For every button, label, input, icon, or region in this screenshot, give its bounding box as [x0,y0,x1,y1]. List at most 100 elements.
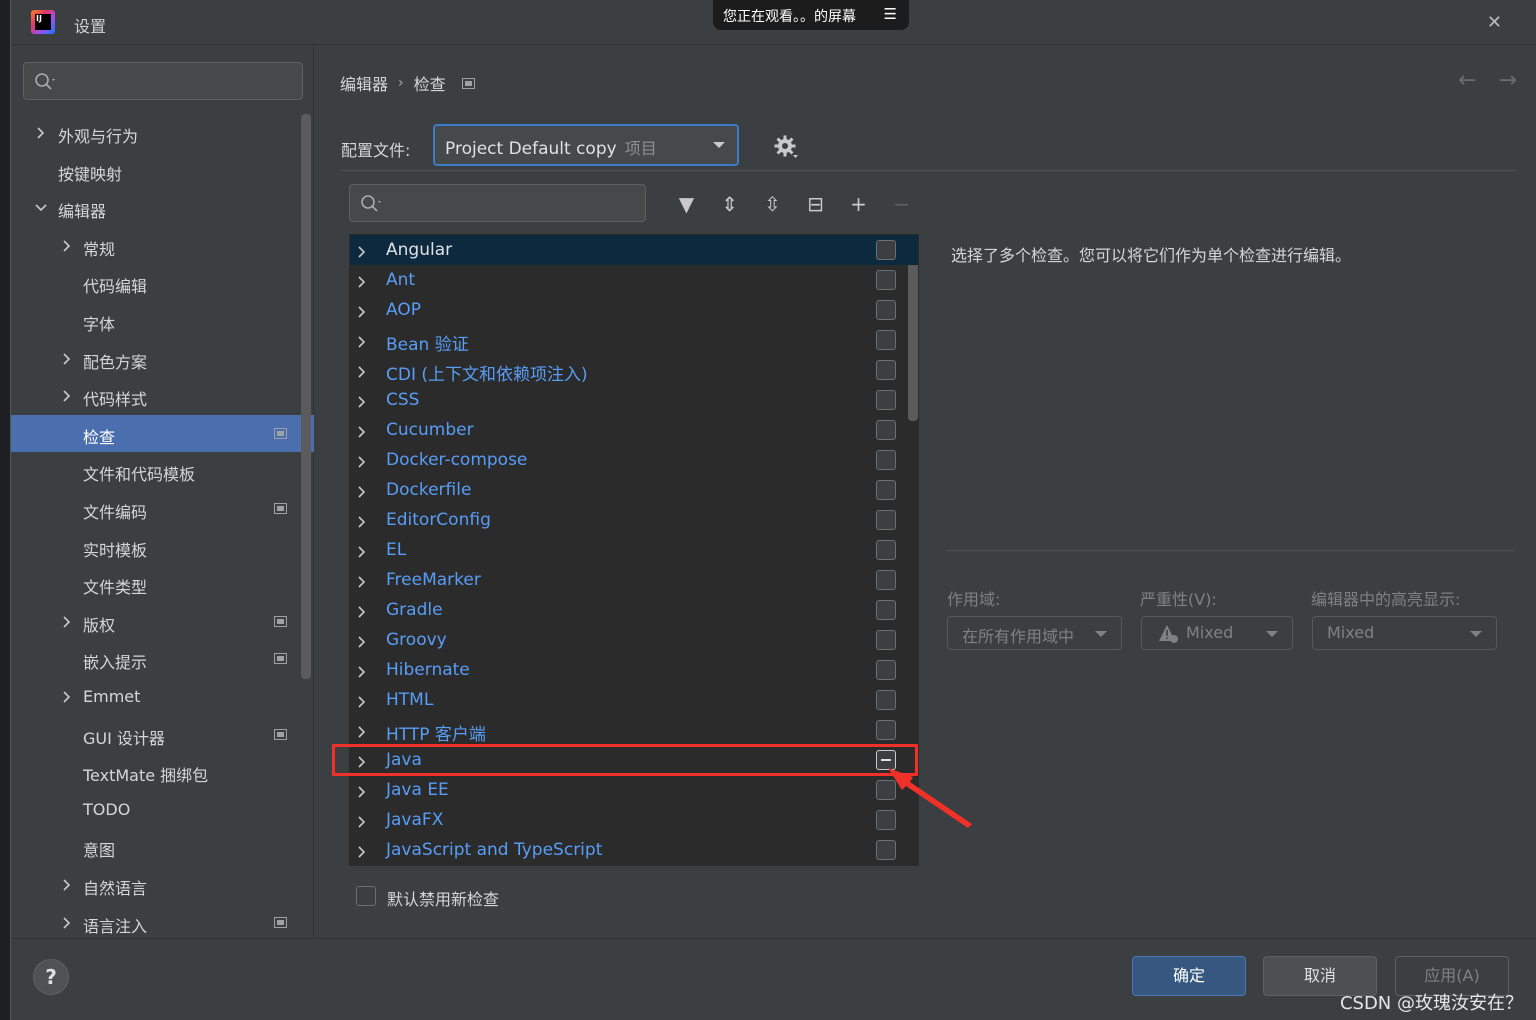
sidebar-item[interactable]: 文件编码 [11,490,314,527]
chevron-right-icon[interactable] [61,688,73,703]
chevron-right-icon[interactable] [356,423,368,438]
inspection-checkbox[interactable] [876,450,896,470]
chevron-right-icon[interactable] [356,813,368,828]
sidebar-item[interactable]: 代码样式 [11,377,314,414]
inspection-checkbox[interactable] [876,630,896,650]
sidebar-item[interactable]: 语言注入 [11,904,314,941]
forward-arrow-icon[interactable]: → [1499,68,1517,93]
chevron-right-icon[interactable] [61,237,73,252]
inspection-row[interactable]: Cucumber [350,415,918,445]
inspection-checkbox[interactable] [876,840,896,860]
inspection-row[interactable]: Ant [350,265,918,295]
chevron-right-icon[interactable] [356,363,368,378]
inspection-row[interactable]: JavaFX [350,805,918,835]
help-button[interactable]: ? [33,959,69,995]
sidebar-search-input[interactable] [23,62,303,100]
chevron-right-icon[interactable] [356,723,368,738]
filter-icon[interactable]: ▼ [665,190,708,218]
inspection-row[interactable]: EditorConfig [350,505,918,535]
inspection-checkbox[interactable] [876,540,896,560]
chevron-right-icon[interactable] [356,633,368,648]
inspection-checkbox[interactable] [876,270,896,290]
menu-icon[interactable]: ☰ [884,5,897,23]
inspection-row[interactable]: AOP [350,295,918,325]
chevron-right-icon[interactable] [356,483,368,498]
inspection-row[interactable]: CDI (上下文和依赖项注入) [350,355,918,385]
chevron-right-icon[interactable] [356,543,368,558]
sidebar-item[interactable]: GUI 设计器 [11,716,314,753]
sidebar-item[interactable]: 检查 [11,414,314,452]
expand-all-icon[interactable]: ⇕ [708,190,751,218]
chevron-right-icon[interactable] [61,350,73,365]
chevron-right-icon[interactable] [356,843,368,858]
chevron-right-icon[interactable] [61,613,73,628]
inspection-checkbox[interactable] [876,360,896,380]
chevron-right-icon[interactable] [356,243,368,258]
default-disable-checkbox[interactable] [356,886,376,906]
close-icon[interactable]: ✕ [1487,12,1502,33]
inspection-checkbox[interactable] [876,570,896,590]
sidebar-item[interactable]: 外观与行为 [11,114,314,151]
sidebar-item[interactable]: 配色方案 [11,340,314,377]
chevron-right-icon[interactable] [356,333,368,348]
profile-dropdown[interactable]: Project Default copy 项目 [433,124,739,166]
inspection-search-input[interactable] [349,184,646,222]
inspection-checkbox[interactable] [876,300,896,320]
chevron-right-icon[interactable] [356,603,368,618]
chevron-right-icon[interactable] [356,513,368,528]
inspection-row[interactable]: FreeMarker [350,565,918,595]
collapse-all-icon[interactable]: ⇳ [751,190,794,218]
breadcrumb-parent[interactable]: 编辑器 [340,71,388,95]
inspection-checkbox[interactable] [876,660,896,680]
inspection-row[interactable]: Docker-compose [350,445,918,475]
chevron-right-icon[interactable] [356,573,368,588]
inspection-checkbox[interactable] [876,330,896,350]
severity-dropdown[interactable]: Mixed [1141,616,1293,650]
sidebar-item[interactable]: 意图 [11,828,314,865]
inspection-checkbox[interactable] [876,720,896,740]
inspection-row[interactable]: JavaScript and TypeScript [350,835,918,865]
inspection-checkbox[interactable] [876,600,896,620]
inspection-row[interactable]: Dockerfile [350,475,918,505]
add-icon[interactable]: + [837,190,880,218]
inspection-row[interactable]: Hibernate [350,655,918,685]
inspection-checkbox[interactable] [876,240,896,260]
chevron-right-icon[interactable] [356,453,368,468]
sidebar-item[interactable]: 实时模板 [11,528,314,565]
scope-dropdown[interactable]: 在所有作用域中 [947,616,1122,650]
inspection-row[interactable]: Gradle [350,595,918,625]
inspection-row[interactable]: Bean 验证 [350,325,918,355]
inspection-row[interactable]: Angular [350,235,918,265]
sidebar-item[interactable]: 常规 [11,227,314,264]
inspection-row[interactable]: HTTP 客户端 [350,715,918,745]
chevron-right-icon[interactable] [356,273,368,288]
chevron-right-icon[interactable] [61,914,73,929]
sidebar-item[interactable]: TextMate 捆绑包 [11,753,314,790]
chevron-right-icon[interactable] [356,303,368,318]
chevron-right-icon[interactable] [356,783,368,798]
sidebar-item[interactable]: 文件和代码模板 [11,452,314,489]
remove-icon[interactable]: − [880,190,923,218]
sidebar-item[interactable]: 文件类型 [11,565,314,602]
sidebar-item[interactable]: 按键映射 [11,152,314,189]
gear-icon[interactable] [773,134,799,166]
inspection-checkbox[interactable] [876,690,896,710]
ok-button[interactable]: 确定 [1132,956,1246,996]
inspection-checkbox[interactable] [876,480,896,500]
sidebar-item[interactable]: 代码编辑 [11,264,314,301]
inspection-row[interactable]: Groovy [350,625,918,655]
inspection-row[interactable]: EL [350,535,918,565]
chevron-right-icon[interactable] [35,124,47,139]
sidebar-item[interactable]: 编辑器 [11,189,314,226]
inspection-checkbox[interactable] [876,390,896,410]
reset-icon[interactable]: ⊟ [794,190,837,218]
screen-share-banner[interactable]: 您正在观看。。的屏幕 ☰ [713,0,909,30]
back-arrow-icon[interactable]: ← [1458,68,1476,93]
chevron-down-icon[interactable] [35,199,47,212]
highlight-dropdown[interactable]: Mixed [1312,616,1497,650]
inspection-checkbox[interactable] [876,420,896,440]
chevron-right-icon[interactable] [61,876,73,891]
chevron-right-icon[interactable] [356,393,368,408]
inspection-checkbox[interactable] [876,510,896,530]
inspection-row[interactable]: HTML [350,685,918,715]
